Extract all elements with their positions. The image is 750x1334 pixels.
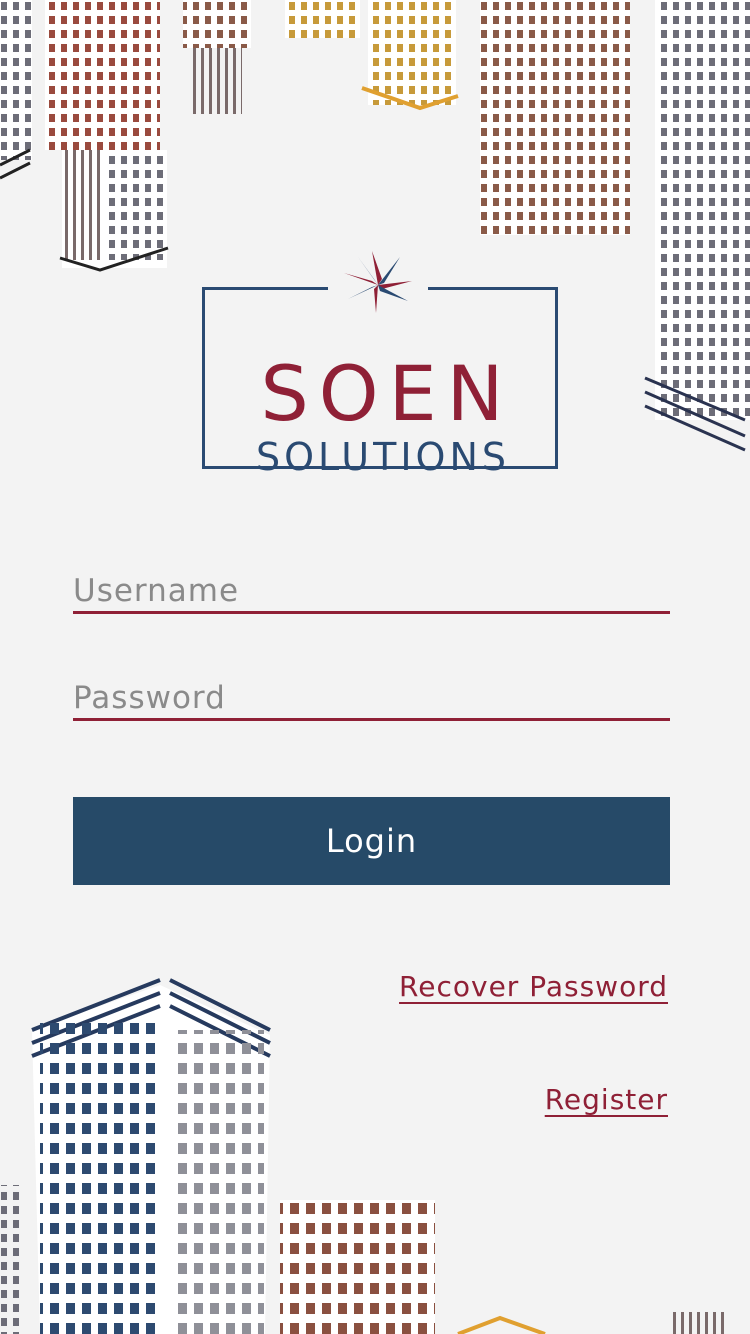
- recover-password-link[interactable]: Recover Password: [399, 970, 668, 1003]
- logo-word-soen: SOEN: [260, 349, 514, 438]
- login-screen: SOEN SOLUTIONS Login Recover Password R: [0, 0, 750, 1334]
- username-field-container: [73, 570, 670, 614]
- logo-word-solutions: SOLUTIONS: [256, 435, 510, 479]
- password-input[interactable]: [73, 678, 670, 718]
- star-burst-icon: [328, 251, 428, 313]
- password-field-container: [73, 677, 670, 721]
- register-link[interactable]: Register: [545, 1083, 668, 1116]
- soen-solutions-logo: SOEN SOLUTIONS: [202, 249, 560, 476]
- login-button[interactable]: Login: [73, 797, 670, 885]
- username-input[interactable]: [73, 571, 670, 611]
- city-buildings-background: [0, 0, 750, 1334]
